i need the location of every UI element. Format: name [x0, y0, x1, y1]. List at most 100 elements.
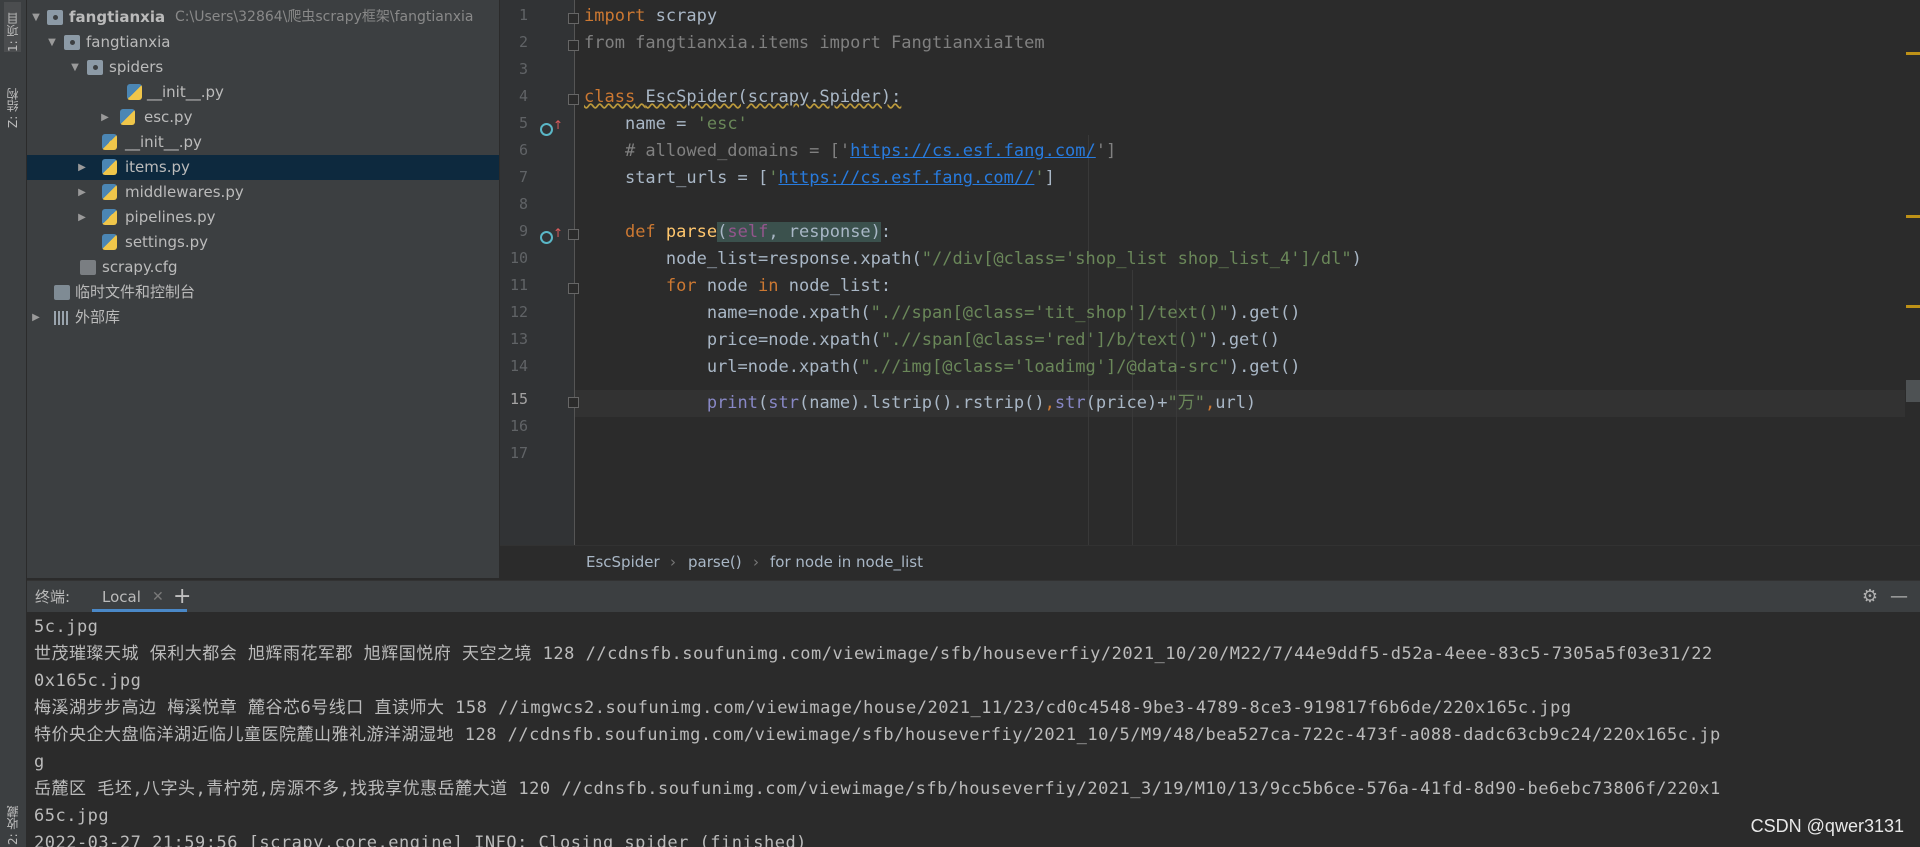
fold-marker-icon[interactable] [568, 13, 579, 24]
code-line: for node in node_list: [665, 276, 892, 296]
breadcrumb: EscSpider › parse() › for node in node_l… [500, 545, 1920, 578]
chevron-down-icon[interactable]: ▼ [68, 55, 82, 80]
warning-marker[interactable] [1906, 305, 1920, 308]
python-file-icon [102, 209, 117, 225]
tree-item-label: __init__.py [147, 83, 224, 101]
warning-marker[interactable] [1906, 52, 1920, 55]
folder-icon [87, 60, 103, 75]
gear-icon[interactable]: ⚙ [1862, 581, 1878, 613]
line-number: 17 [509, 444, 528, 462]
breadcrumb-separator-icon: › [753, 553, 759, 571]
tree-item-pipelines[interactable]: ▶ pipelines.py [27, 205, 499, 230]
fold-marker-icon[interactable] [568, 283, 579, 294]
chevron-down-icon[interactable]: ▼ [29, 5, 43, 30]
code-line: class EscSpider(scrapy.Spider): [584, 87, 902, 107]
scroll-thumb[interactable] [1906, 380, 1920, 402]
line-number: 9 [518, 222, 528, 240]
tree-item-scrapy-cfg[interactable]: scrapy.cfg [27, 255, 499, 280]
close-icon[interactable]: ✕ [152, 581, 164, 613]
chevron-right-icon[interactable]: ▶ [75, 155, 89, 180]
add-icon[interactable]: + [173, 581, 191, 613]
terminal-line: g [34, 752, 45, 772]
terminal-line: 世茂璀璨天城 保利大都会 旭辉雨花军郡 旭辉国悦府 天空之境 128 //cdn… [34, 644, 1713, 664]
code-line: start_urls = ['https://cs.esf.fang.com//… [624, 168, 1055, 188]
code-line: # allowed_domains = ['https://cs.esf.fan… [624, 141, 1117, 161]
line-number: 7 [518, 168, 528, 186]
tree-item-init[interactable]: __init__.py [27, 130, 499, 155]
terminal-tab-label: Local [102, 588, 141, 606]
code-line: name = 'esc' [624, 114, 748, 134]
root-label: fangtianxia [69, 8, 166, 26]
line-number: 16 [509, 417, 528, 435]
terminal-line: 梅溪湖步步高边 梅溪悦章 麓谷芯6号线口 直读师大 158 //imgwcs2.… [34, 698, 1572, 718]
line-number: 4 [518, 87, 528, 105]
line-number: 5 [518, 114, 528, 132]
tree-item-spiders[interactable]: ▼ spiders [27, 55, 499, 80]
chevron-right-icon[interactable]: ▶ [98, 105, 112, 130]
tree-item-label: spiders [109, 58, 164, 76]
tree-item-label: settings.py [125, 233, 208, 251]
favorites-tool-tab[interactable]: 2: 收藏 [4, 790, 21, 846]
code-line: price=node.xpath(".//span[@class='red']/… [706, 330, 1280, 350]
terminal-output[interactable]: 5c.jpg 世茂璀璨天城 保利大都会 旭辉雨花军郡 旭辉国悦府 天空之境 12… [27, 612, 1920, 847]
tree-item-middlewares[interactable]: ▶ middlewares.py [27, 180, 499, 205]
override-icon[interactable] [540, 231, 553, 244]
code-line-current: print(str(name).lstrip().rstrip(),str(pr… [706, 393, 1257, 413]
tree-item-scratches[interactable]: 临时文件和控制台 [27, 280, 499, 305]
breadcrumb-loop[interactable]: for node in node_list [770, 546, 923, 578]
arrow-up-icon: ↑ [553, 118, 564, 132]
tree-item-label: fangtianxia [86, 33, 171, 51]
minimize-icon[interactable]: — [1890, 581, 1908, 613]
tree-item-package[interactable]: ▼ fangtianxia [27, 30, 499, 55]
chevron-down-icon[interactable]: ▼ [45, 30, 59, 55]
tree-item-settings[interactable]: settings.py [27, 230, 499, 255]
tree-item-external-libraries[interactable]: ▶ 外部库 [27, 305, 499, 330]
terminal-line: 0x165c.jpg [34, 671, 142, 691]
python-file-icon [102, 134, 117, 150]
code-line: import scrapy [584, 6, 718, 26]
chevron-right-icon[interactable]: ▶ [75, 180, 89, 205]
code-line: def parse(self, response): [624, 222, 892, 242]
chevron-right-icon[interactable]: ▶ [29, 305, 43, 330]
project-tool-tab[interactable]: 1: 项目 [4, 2, 21, 52]
code-editor[interactable]: 1 2 3 4 5 6 7 8 9 10 11 12 13 14 15 16 1… [500, 0, 1920, 578]
python-file-icon [102, 234, 117, 250]
override-icon[interactable] [540, 123, 553, 136]
python-file-icon [120, 109, 135, 125]
tree-item-label: __init__.py [125, 133, 202, 151]
terminal-line: 2022-03-27 21:59:56 [scrapy.core.engine]… [34, 833, 807, 847]
code-line: url=node.xpath(".//img[@class='loadimg']… [706, 357, 1301, 377]
terminal-title: 终端: [35, 588, 71, 606]
editor-scrollbar[interactable] [1906, 0, 1920, 545]
python-file-icon [102, 184, 117, 200]
fold-marker-icon[interactable] [568, 229, 579, 240]
breadcrumb-class[interactable]: EscSpider [586, 546, 660, 578]
terminal-line: 5c.jpg [34, 617, 99, 637]
fold-marker-icon[interactable] [568, 40, 579, 51]
line-number: 11 [509, 276, 528, 294]
line-number: 6 [518, 141, 528, 159]
tree-item-label: 临时文件和控制台 [75, 283, 196, 301]
line-number: 12 [509, 303, 528, 321]
tool-window-strip: 1: 项目 Z: 结构 2: 收藏 [0, 0, 27, 847]
warning-marker[interactable] [1906, 215, 1920, 218]
terminal-line: 65c.jpg [34, 806, 110, 826]
line-number: 10 [509, 249, 528, 267]
line-number: 2 [518, 33, 528, 51]
tree-item-label: items.py [125, 158, 190, 176]
tree-item-label: middlewares.py [125, 183, 244, 201]
breadcrumb-method[interactable]: parse() [688, 546, 742, 578]
line-number: 1 [518, 6, 528, 24]
fold-marker-icon[interactable] [568, 94, 579, 105]
chevron-right-icon[interactable]: ▶ [75, 205, 89, 230]
tree-item-label: pipelines.py [125, 208, 216, 226]
structure-tool-tab[interactable]: Z: 结构 [4, 68, 21, 128]
line-number: 15 [509, 390, 528, 408]
fold-marker-icon[interactable] [568, 397, 579, 408]
tree-item-esc[interactable]: ▶ esc.py [27, 105, 499, 130]
tree-item-spiders-init[interactable]: __init__.py [27, 80, 499, 105]
breadcrumb-separator-icon: › [670, 553, 676, 571]
config-file-icon [80, 260, 96, 275]
tree-item-items[interactable]: ▶ items.py [27, 155, 499, 180]
tree-root[interactable]: ▼ fangtianxia C:\Users\32864\爬虫scrapy框架\… [27, 5, 499, 30]
